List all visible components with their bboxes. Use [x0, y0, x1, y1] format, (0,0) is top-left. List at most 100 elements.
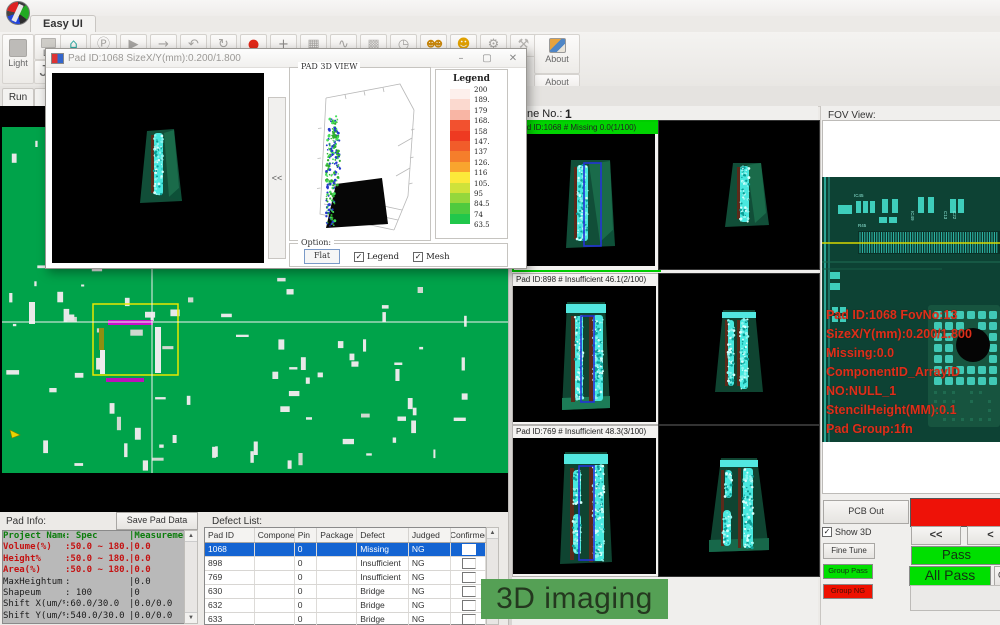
defect-cell: NG [409, 557, 451, 570]
defect-cell: Insufficient [357, 557, 409, 570]
confirmed-checkbox[interactable] [462, 600, 476, 611]
column-header[interactable]: Componen [255, 528, 295, 542]
ng-status-box [910, 498, 1000, 527]
checkbox-icon[interactable]: ✓ [822, 527, 832, 537]
scroll-up-icon[interactable]: ▲ [487, 528, 498, 539]
scroll-down-icon[interactable]: ▼ [185, 612, 197, 623]
fov-overlay-line: Pad ID:1068 FovNo:13 [826, 306, 1000, 325]
thumbnail-title: Pad ID:769 # Insufficient 48.3(3/100) [513, 426, 658, 438]
pad-info-cell: Project Name [3, 531, 65, 542]
confirmed-checkbox[interactable] [462, 572, 476, 583]
title-bar [0, 0, 1000, 16]
show-3d-label: Show 3D [835, 527, 872, 537]
column-header[interactable]: Pad ID [205, 528, 255, 542]
option-label: Option: [298, 238, 334, 247]
show-3d-checkbox[interactable]: ✓ Show 3D [822, 527, 872, 537]
defect-thumbnail-769[interactable]: Pad ID:769 # Insufficient 48.3(3/100) [512, 425, 659, 577]
defect-row-769[interactable]: 7690InsufficientNG [205, 571, 486, 585]
checkbox-icon[interactable]: ✓ [354, 252, 364, 262]
legend-swatch [450, 162, 470, 172]
pad-info-cell: : Spec [65, 531, 129, 542]
legend-band: 158 [436, 131, 507, 141]
defect-cell: Missing [357, 543, 409, 556]
legend-band: 126. [436, 162, 507, 172]
pass-button[interactable]: Pass [911, 546, 1000, 565]
maximize-icon[interactable]: ▢ [474, 53, 500, 64]
save-pad-data-button[interactable]: Save Pad Data [116, 512, 198, 530]
defect-row-630[interactable]: 6300BridgeNG [205, 585, 486, 599]
pad-info-cell: :50.0 ~ 180.0 [65, 565, 129, 576]
column-header[interactable]: Judged [409, 528, 451, 542]
legend-panel: Legend 200189.179168.158147.137126.11610… [435, 69, 508, 239]
pad-info-table[interactable]: Project Name: Spec|MeasurementResVolume(… [2, 530, 186, 624]
minimize-icon[interactable]: – [448, 53, 474, 64]
pad-3d-plot[interactable] [290, 68, 428, 238]
light-icon [9, 39, 27, 57]
column-header[interactable]: Pin [295, 528, 317, 542]
partial-button[interactable]: C [994, 566, 1000, 586]
about-button[interactable]: About [534, 34, 580, 74]
mesh-checkbox[interactable]: ✓ Mesh [413, 252, 450, 262]
defect-cell: 0 [295, 599, 317, 612]
legend-value: 189. [474, 96, 490, 104]
defect-cell: 898 [205, 557, 255, 570]
fine-tune-button[interactable]: Fine Tune [823, 543, 875, 559]
confirmed-checkbox[interactable] [462, 558, 476, 569]
column-header[interactable]: Confirmed [451, 528, 486, 542]
scroll-up-icon[interactable]: ▲ [185, 531, 197, 542]
defect-row-633[interactable]: 6330BridgeNG [205, 613, 486, 625]
component-label: IC45 [854, 193, 864, 198]
legend-swatch [450, 183, 470, 193]
pad-info-cell: Height% [3, 554, 65, 565]
legend-band: 200 [436, 89, 507, 99]
defect-row-632[interactable]: 6320BridgeNG [205, 599, 486, 613]
pad-info-scrollbar[interactable]: ▲ ▼ [184, 530, 198, 624]
pad-info-cell: |0.0 [129, 542, 185, 553]
pad-detail-window[interactable]: Pad ID:1068 SizeX/Y(mm):0.200/1.800 – ▢ … [45, 48, 527, 269]
defect-cell [255, 557, 295, 570]
group-ng-button[interactable]: Group NG [823, 584, 873, 599]
group-pass-button[interactable]: Group Pass [823, 564, 873, 579]
mesh-checkbox-label: Mesh [426, 252, 450, 262]
confirmed-checkbox[interactable] [462, 586, 476, 597]
popup-title-bar[interactable]: Pad ID:1068 SizeX/Y(mm):0.200/1.800 – ▢ … [46, 49, 526, 68]
pcb-out-button[interactable]: PCB Out [823, 500, 909, 524]
light-button[interactable]: Light [2, 34, 34, 84]
all-pass-button[interactable]: All Pass [909, 566, 991, 586]
thumbnail-title: Pad ID:1068 # Missing 0.0(1/100) [514, 122, 659, 134]
defect-thumbnail-898-2d[interactable] [658, 273, 820, 425]
component-label: R45 [858, 223, 867, 228]
defect-row-1068[interactable]: 10680MissingNG [205, 543, 486, 557]
pad-info-cell: :50.0 ~ 180.0 [65, 542, 129, 553]
legend-value: 137 [474, 148, 487, 156]
ribbon-tab-easy-ui[interactable]: Easy UI [30, 15, 96, 33]
legend-checkbox[interactable]: ✓ Legend [354, 252, 399, 262]
pad-info-cell: Shift X(um/%) [3, 599, 65, 610]
defect-thumbnail-1068-2d[interactable] [658, 120, 820, 270]
defect-cell: 0 [295, 571, 317, 584]
defect-cell [317, 599, 357, 612]
column-header[interactable]: Defect [357, 528, 409, 542]
step-back-button[interactable]: < [967, 526, 1000, 545]
close-icon[interactable]: ✕ [500, 53, 526, 64]
legend-swatch [450, 151, 470, 161]
checkbox-icon[interactable]: ✓ [413, 252, 423, 262]
pad-info-cell: Shapeum [3, 588, 65, 599]
column-header[interactable]: Package [317, 528, 357, 542]
legend-value: 95 [474, 190, 483, 198]
app-logo-icon[interactable] [6, 1, 30, 25]
page-back-button[interactable]: << [911, 526, 961, 545]
defect-thumbnail-1068[interactable]: Pad ID:1068 # Missing 0.0(1/100) [512, 120, 661, 272]
defect-thumbnail-769-2d[interactable] [658, 425, 820, 577]
pad-info-cell: MaxHeightum [3, 577, 65, 588]
confirmed-checkbox[interactable] [462, 614, 476, 625]
defect-thumbnail-898[interactable]: Pad ID:898 # Insufficient 46.1(2/100) [512, 273, 659, 425]
legend-swatch [450, 89, 470, 99]
defect-list-table[interactable]: Pad IDComponenPinPackageDefectJudgedConf… [204, 527, 487, 625]
defect-row-898[interactable]: 8980InsufficientNG [205, 557, 486, 571]
pad-info-cell: :50.0 ~ 180.0 [65, 554, 129, 565]
collapse-button[interactable]: << [268, 97, 286, 259]
confirmed-checkbox[interactable] [462, 544, 476, 555]
tab-run[interactable]: Run [2, 88, 34, 107]
flat-button[interactable]: Flat [304, 249, 340, 264]
